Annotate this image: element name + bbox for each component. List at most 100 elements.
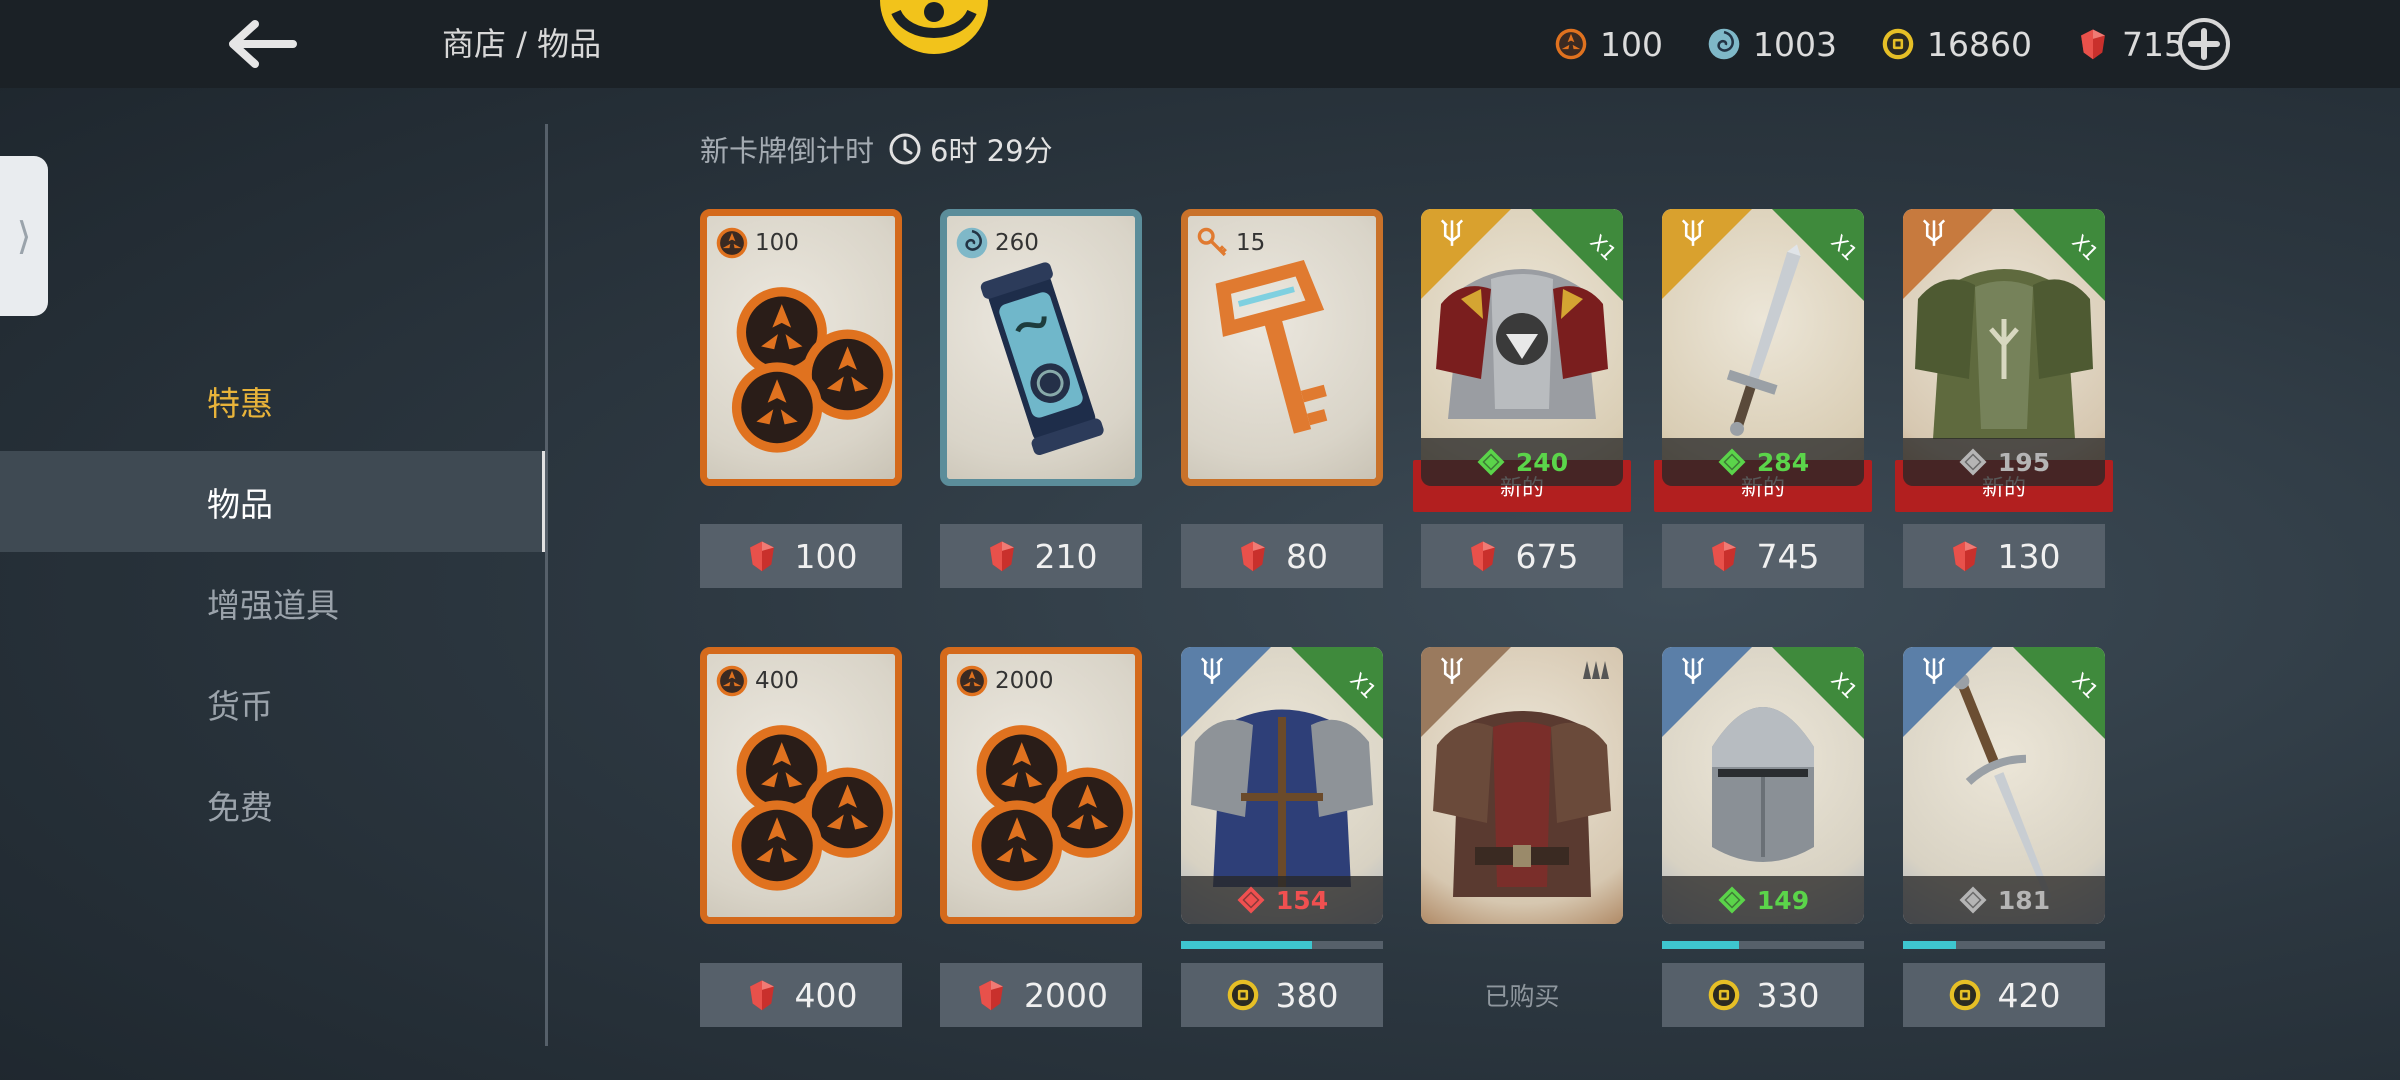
power-rating: 284 [1662,438,1864,486]
quantity-badge-icon: X1 [1531,209,1623,301]
shop-card-orange-shards-2000[interactable]: 2000 [940,647,1142,924]
ruby-gem-icon [1466,539,1500,573]
add-currency-button[interactable] [2176,16,2232,72]
shop-card-orange-shards-400[interactable]: 400 [700,647,902,924]
sigil-corner-icon [1421,647,1511,737]
shop-card-lion-armor[interactable]: X1 240 [1421,209,1623,486]
shop-card-knight-helmet[interactable]: X1 149 [1662,647,1864,924]
sidebar-item-label: 增强道具 [207,585,339,625]
progress-fill [1903,941,1956,949]
price-button[interactable]: 400 [700,963,902,1027]
card-amount-value: 260 [995,230,1039,256]
quantity-badge-icon: X1 [2013,647,2105,739]
price-value: 100 [794,536,858,576]
side-drawer-handle[interactable]: ⟩ [0,156,48,316]
gold-coin-icon [1226,978,1260,1012]
ruby-gem-icon [974,978,1008,1012]
price-value: 130 [1997,536,2061,576]
upgrade-progress-bar [1181,941,1383,949]
power-value: 195 [1997,447,2051,477]
price-value: 420 [1997,975,2061,1015]
orange-shard-icon [955,664,989,698]
power-rating: 240 [1421,438,1623,486]
progress-fill [1181,941,1313,949]
ruby-gem-icon [2076,27,2110,61]
sidebar-item-deals[interactable]: 特惠 [0,350,546,451]
power-rating: 154 [1181,876,1383,924]
card-amount-value: 400 [755,668,799,694]
quantity-badge-icon: X1 [1772,647,1864,739]
ruby-gem-icon [1236,539,1270,573]
blue-orb-icon [955,226,989,260]
card-amount: 260 [955,226,1039,260]
price-value: 80 [1286,536,1328,576]
countdown-label: 新卡牌倒计时 [700,134,875,168]
blue-orb-icon [1707,27,1741,61]
power-rating: 181 [1903,876,2105,924]
sidebar-item-label: 物品 [207,484,273,524]
price-button[interactable]: 2000 [940,963,1142,1027]
power-value: 284 [1756,447,1810,477]
price-button[interactable]: 80 [1181,524,1383,588]
power-diamond-icon [1236,885,1266,915]
power-rating: 149 [1662,876,1864,924]
gold-coin-icon [1881,27,1915,61]
power-value: 181 [1997,885,2051,915]
back-button[interactable] [218,12,304,76]
currency-value: 1003 [1753,24,1838,64]
arrow-left-icon [229,20,297,68]
upgrade-progress-bar [1903,941,2105,949]
currency-coins: 16860 [1881,25,2032,64]
power-diamond-icon [1717,885,1747,915]
price-value: 330 [1756,975,1820,1015]
sidebar-item-label: 免费 [207,787,273,827]
price-value: 210 [1034,536,1098,576]
sidebar-item-currency[interactable]: 货币 [0,653,546,754]
ruby-gem-icon [745,539,779,573]
key-icon [1196,226,1230,260]
sigil-corner-icon [1421,209,1511,299]
sidebar-item-free[interactable]: 免费 [0,754,546,855]
price-value: 675 [1515,536,1579,576]
price-button[interactable]: 745 [1662,524,1864,588]
ruby-gem-icon [1948,539,1982,573]
card-amount-value: 15 [1236,230,1266,256]
price-button[interactable]: 420 [1903,963,2105,1027]
price-button[interactable]: 210 [940,524,1142,588]
shop-card-short-sword[interactable]: X1 284 [1662,209,1864,486]
sidebar-item-label: 货币 [207,686,273,726]
price-button[interactable]: 130 [1903,524,2105,588]
price-button[interactable]: 380 [1181,963,1383,1027]
power-diamond-icon [1476,447,1506,477]
quantity-badge-icon: X1 [1772,209,1864,301]
shop-card-leather-armor[interactable] [1421,647,1623,924]
ruby-gem-icon [745,978,779,1012]
shop-card-green-armor[interactable]: X1 195 [1903,209,2105,486]
price-value: 400 [794,975,858,1015]
sigil-corner-icon [1662,647,1752,737]
power-rating: 195 [1903,438,2105,486]
shop-card-blue-armor[interactable]: X1 154 [1181,647,1383,924]
shop-card-longsword[interactable]: X1 181 [1903,647,2105,924]
price-button[interactable]: 330 [1662,963,1864,1027]
sigil-corner-icon [1903,647,1993,737]
sidebar-item-boosts[interactable]: 增强道具 [0,552,546,653]
logo-icon [880,0,988,54]
price-button[interactable]: 100 [700,524,902,588]
sidebar-item-items[interactable]: 物品 [0,451,546,552]
purchased-label: 已购买 [1484,982,1560,1011]
clock-icon [889,133,921,165]
chevron-right-icon: ⟩ [16,214,32,258]
currency-value: 100 [1600,24,1664,64]
shop-card-orange-key[interactable]: 15 [1181,209,1383,486]
price-button[interactable]: 675 [1421,524,1623,588]
sigil-corner-icon [1903,209,1993,299]
shop-card-energy-canister[interactable]: 260 [940,209,1142,486]
breadcrumb: 商店 / 物品 [442,25,602,63]
shop-card-orange-shards-100[interactable]: 100 [700,209,902,486]
power-diamond-icon [1958,885,1988,915]
power-value: 149 [1756,885,1810,915]
quantity-badge-icon: X1 [1291,647,1383,739]
orange-shard-icon [715,664,749,698]
quantity-badge-icon: X1 [2013,209,2105,301]
